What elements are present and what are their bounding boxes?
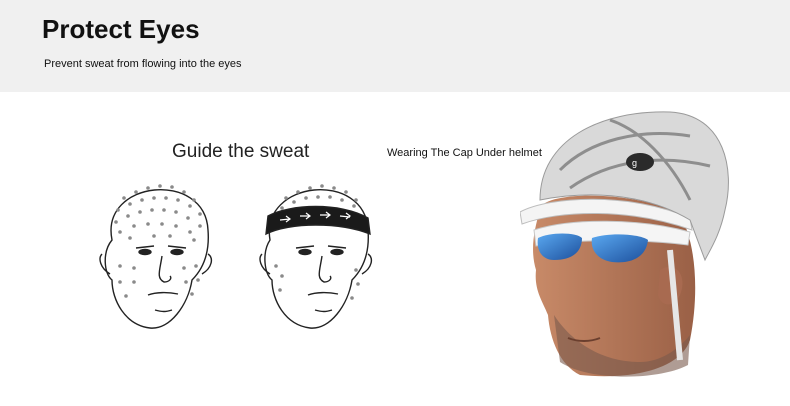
illustration-caption: Guide the sweat [172, 141, 310, 162]
heads-illustration [99, 184, 373, 329]
head-with-sweatband-icon [259, 184, 373, 329]
helmet-photo: g [520, 111, 729, 377]
photo-caption: Wearing The Cap Under helmet [387, 147, 542, 159]
header-banner: Protect Eyes Prevent sweat from flowing … [0, 0, 790, 92]
page-title: Protect Eyes [42, 14, 200, 44]
page-subtitle: Prevent sweat from flowing into the eyes [44, 58, 242, 70]
head-with-sweat-drops-icon [99, 184, 213, 329]
svg-text:g: g [632, 158, 637, 168]
